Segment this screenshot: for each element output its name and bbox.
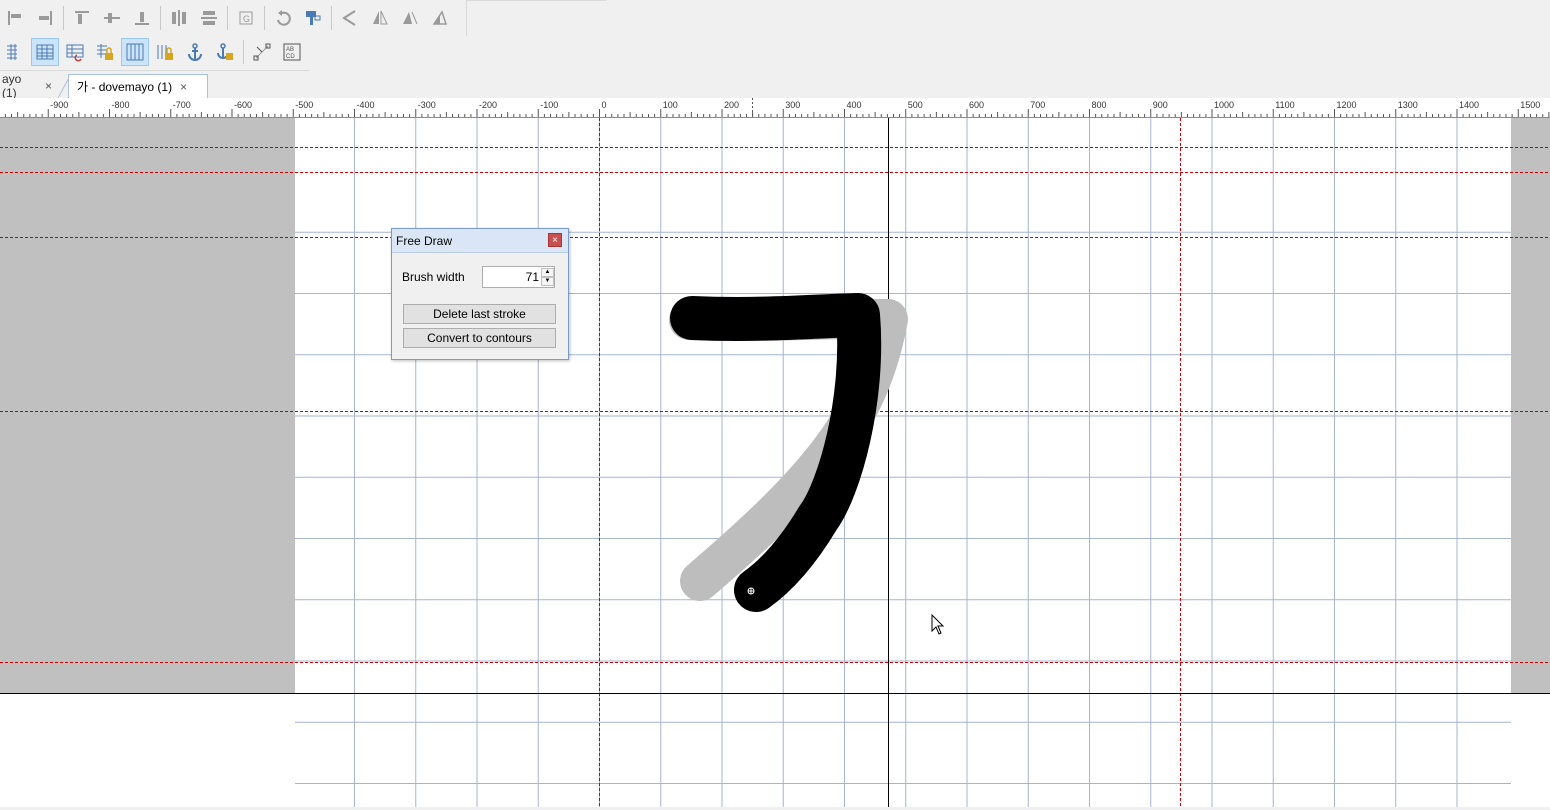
ruler-label: -100 <box>540 100 558 110</box>
align-right-icon[interactable] <box>31 4 59 32</box>
grid-partial-icon[interactable] <box>1 38 29 66</box>
ruler-label: 200 <box>724 100 739 110</box>
ruler-label: 1000 <box>1214 100 1234 110</box>
convert-to-contours-button[interactable]: Convert to contours <box>403 328 556 348</box>
spin-down-icon[interactable]: ▼ <box>541 277 554 286</box>
svg-text:G: G <box>243 14 250 24</box>
close-icon[interactable]: × <box>548 233 562 247</box>
toolbar-divider <box>466 0 467 36</box>
toolbar-separator <box>331 6 332 30</box>
tab-close-icon[interactable]: × <box>180 80 187 94</box>
toolbar-divider <box>0 70 310 71</box>
brush-width-spinner[interactable]: ▲ ▼ <box>482 266 555 288</box>
brush-width-label: Brush width <box>402 270 465 284</box>
anchor-lock-icon[interactable] <box>211 38 239 66</box>
spin-up-icon[interactable]: ▲ <box>541 268 554 277</box>
distribute-horizontal-icon[interactable] <box>165 4 193 32</box>
node-icon[interactable] <box>248 38 276 66</box>
skew-left-icon[interactable] <box>396 4 424 32</box>
ruler-label: 1200 <box>1337 100 1357 110</box>
tab-label: ayo (1) <box>2 72 22 100</box>
toolbar-area: G AB CD <box>0 0 1550 72</box>
tab-close-icon[interactable]: × <box>45 79 52 93</box>
ruler-label: 1100 <box>1275 100 1294 110</box>
ruler-label: 0 <box>602 100 607 110</box>
toolbar-row-transform: G <box>0 2 455 34</box>
ruler-label: 1500 <box>1520 100 1540 110</box>
svg-text:AB: AB <box>286 47 294 53</box>
glyph-cell-icon[interactable]: AB CD <box>278 38 306 66</box>
ruler-label: -400 <box>357 100 375 110</box>
paste-transform-icon[interactable] <box>299 4 327 32</box>
ruler-label: -800 <box>112 100 130 110</box>
toolbar-separator <box>264 6 265 30</box>
ruler-label: 900 <box>1153 100 1168 110</box>
rotate-icon[interactable] <box>269 4 297 32</box>
brush-width-input[interactable] <box>483 268 541 286</box>
ruler-ticks: -900 -800 -700 -600 -500 -400 -300 -200 -100 0 100… <box>4 98 1550 117</box>
grid-icon[interactable] <box>31 38 59 66</box>
align-left-icon[interactable] <box>1 4 29 32</box>
toolbar-separator <box>160 6 161 30</box>
ruler-label: 1400 <box>1459 100 1479 110</box>
flip-left-icon[interactable] <box>336 4 364 32</box>
guideline-icon[interactable]: G <box>232 4 260 32</box>
toolbar-row-view: AB CD <box>0 36 307 68</box>
ruler-label: -200 <box>479 100 497 110</box>
dialog-title: Free Draw <box>396 233 453 248</box>
ruler-label: 1300 <box>1398 100 1418 110</box>
canvas-svg <box>0 118 1550 807</box>
glyph-canvas[interactable] <box>0 118 1550 807</box>
anchor-icon[interactable] <box>181 38 209 66</box>
ruler-label: 300 <box>785 100 800 110</box>
grid-snap-icon[interactable] <box>61 38 89 66</box>
ruler-label: 100 <box>663 100 678 110</box>
horizontal-ruler: -900 -800 -700 -600 -500 -400 -300 -200 -100 0 100… <box>0 98 1550 118</box>
align-bottom-icon[interactable] <box>128 4 156 32</box>
grid-lock-icon[interactable] <box>91 38 119 66</box>
flip-horizontal-icon[interactable] <box>366 4 394 32</box>
toolbar-separator <box>63 6 64 30</box>
align-middle-icon[interactable] <box>98 4 126 32</box>
toolbar-separator <box>243 40 244 64</box>
tab-document-1[interactable]: ayo (1) × <box>0 72 60 100</box>
svg-text:CD: CD <box>286 54 295 60</box>
tab-label: 가 - dovemayo (1) <box>77 80 173 94</box>
toolbar-separator <box>227 6 228 30</box>
ruler-label: 400 <box>847 100 862 110</box>
ruler-label: -900 <box>50 100 68 110</box>
ruler-label: -500 <box>295 100 313 110</box>
free-draw-dialog: Free Draw × Brush width ▲ ▼ Delete last … <box>391 228 569 360</box>
columns-lock-icon[interactable] <box>151 38 179 66</box>
brush-width-row: Brush width ▲ ▼ <box>402 266 555 288</box>
outside-area-left <box>0 118 295 693</box>
delete-last-stroke-button[interactable]: Delete last stroke <box>403 304 556 324</box>
ruler-label: -700 <box>173 100 191 110</box>
ruler-label: 500 <box>908 100 923 110</box>
document-tab-bar: ayo (1) × 가 - dovemayo (1) × <box>0 72 1550 100</box>
align-top-icon[interactable] <box>68 4 96 32</box>
ruler-label: 700 <box>1030 100 1045 110</box>
ruler-label: 800 <box>1092 100 1107 110</box>
skew-right-icon[interactable] <box>426 4 454 32</box>
ruler-label: 600 <box>969 100 984 110</box>
columns-grid-icon[interactable] <box>121 38 149 66</box>
tab-document-2[interactable]: 가 - dovemayo (1) × <box>68 74 208 98</box>
dialog-title-bar[interactable]: Free Draw × <box>392 229 568 253</box>
toolbar-divider <box>466 0 606 1</box>
outside-area-right <box>1511 118 1550 693</box>
ruler-label: -300 <box>418 100 436 110</box>
distribute-vertical-icon[interactable] <box>195 4 223 32</box>
ruler-label: -600 <box>234 100 252 110</box>
